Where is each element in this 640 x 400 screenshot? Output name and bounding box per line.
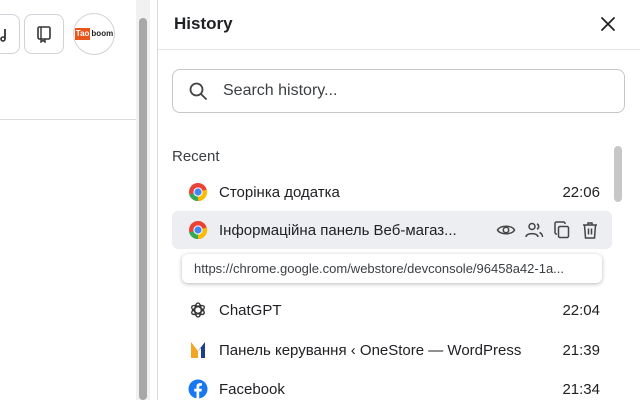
history-item-title: Сторінка додатка: [219, 183, 340, 201]
history-item[interactable]: Панель керування ‹ OneStore — WordPress …: [172, 331, 612, 369]
reading-list-button[interactable]: [24, 14, 64, 54]
facebook-icon: [188, 379, 208, 399]
logo-part1: Tao: [74, 28, 91, 40]
search-box[interactable]: [172, 69, 625, 113]
history-item-title: Facebook: [219, 380, 285, 398]
history-item-time: 22:06: [562, 183, 600, 201]
history-item-time: 21:34: [562, 380, 600, 398]
toolbar-icon: [0, 29, 6, 42]
history-item-title: Панель керування ‹ OneStore — WordPress: [219, 341, 522, 359]
browser-page: Tao boom: [0, 0, 136, 400]
people-icon[interactable]: [523, 219, 545, 241]
history-item-actions: [495, 219, 601, 241]
history-item[interactable]: Інформаційна панель Веб-магаз...: [172, 211, 612, 249]
page-scrollbar[interactable]: [136, 0, 150, 400]
url-tooltip: https://chrome.google.com/webstore/devco…: [182, 254, 602, 283]
chrome-icon: [188, 182, 208, 202]
toolbar-button-partial[interactable]: [0, 14, 20, 54]
trash-icon[interactable]: [579, 219, 601, 241]
history-item-title: ChatGPT: [219, 301, 282, 319]
history-item[interactable]: ChatGPT 22:04: [172, 291, 612, 329]
copy-icon[interactable]: [551, 219, 573, 241]
history-item[interactable]: Сторінка додатка 22:06: [172, 173, 612, 211]
search-input[interactable]: [223, 82, 603, 100]
openai-icon: [188, 300, 208, 320]
page-scrollbar-thumb[interactable]: [139, 18, 147, 400]
history-item-time: 22:04: [562, 301, 600, 319]
eye-icon[interactable]: [495, 219, 517, 241]
chrome-icon: [188, 220, 208, 240]
close-button[interactable]: [594, 10, 622, 38]
page-toolbar: Tao boom: [0, 0, 136, 120]
history-list-scrollbar[interactable]: [614, 146, 622, 202]
panel-header: History: [158, 0, 640, 50]
history-item[interactable]: Facebook 21:34: [172, 370, 612, 400]
profile-avatar[interactable]: Tao boom: [73, 13, 115, 55]
section-label-recent: Recent: [172, 148, 220, 165]
logo-part2: boom: [91, 29, 114, 38]
history-item-title: Інформаційна панель Веб-магаз...: [219, 221, 457, 239]
search-icon: [173, 69, 223, 113]
taoboom-logo: Tao boom: [74, 28, 114, 40]
onestore-icon: [188, 340, 208, 360]
history-item-time: 21:39: [562, 341, 600, 359]
history-panel: History Recent Сторінка: [157, 0, 640, 400]
panel-title: History: [174, 14, 233, 33]
book-icon: [37, 26, 51, 43]
close-icon: [601, 17, 615, 31]
